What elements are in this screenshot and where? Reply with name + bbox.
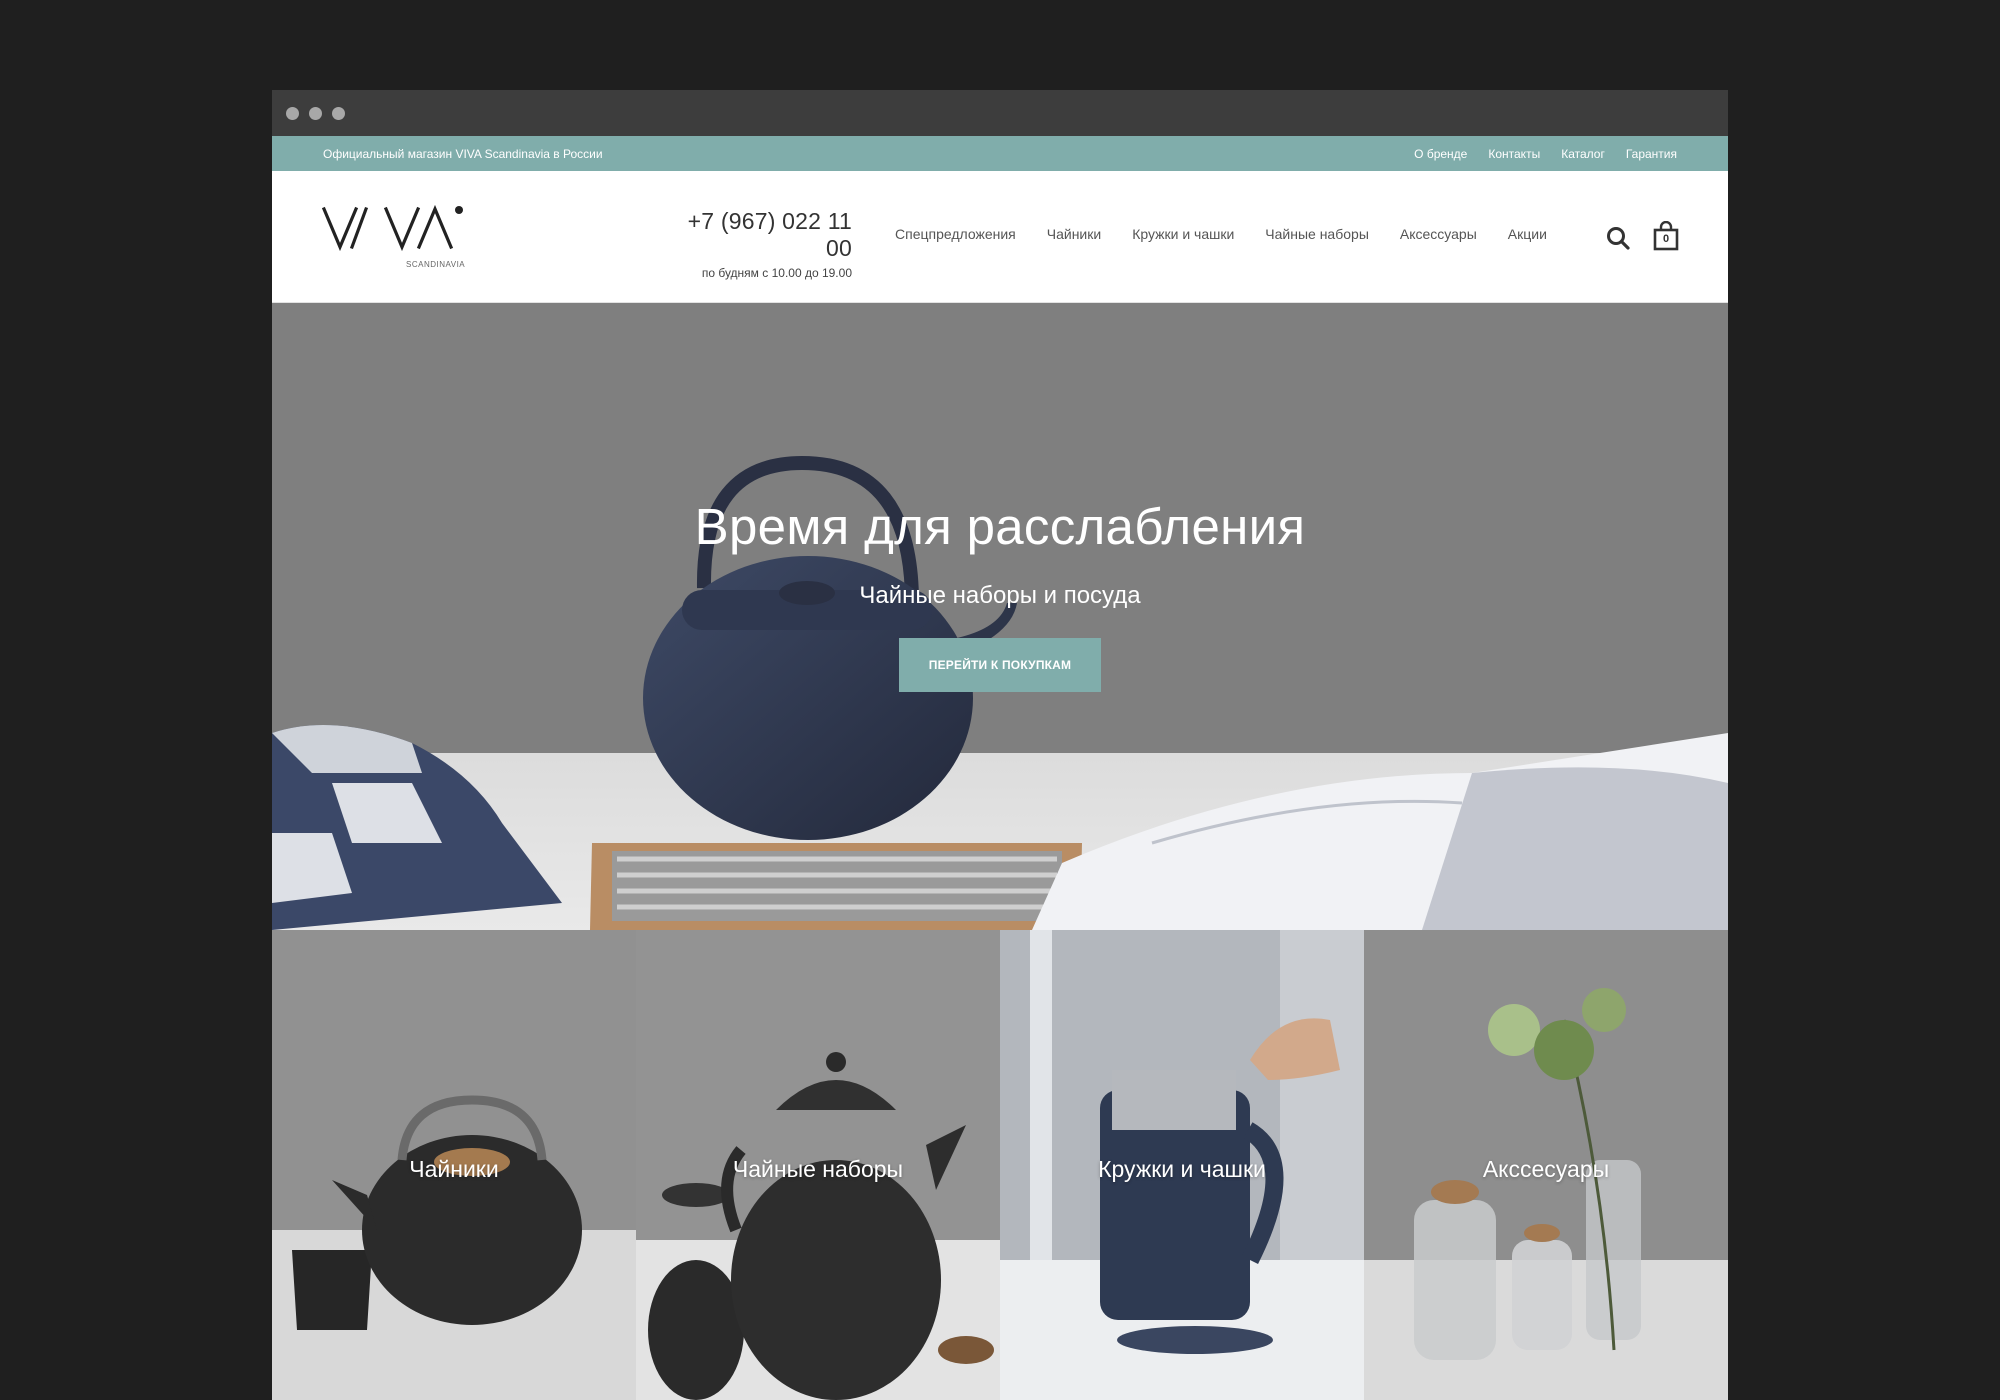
logo-subtitle: SCANDINAVIA	[406, 260, 466, 269]
category-label-mugs-cups: Кружки и чашки	[1098, 1156, 1266, 1182]
top-link-catalog[interactable]: Каталог	[1561, 147, 1605, 161]
store-tagline: Официальный магазин VIVA Scandinavia в Р…	[323, 146, 603, 161]
nav-item-special-offers[interactable]: Спецпредложения	[895, 226, 1016, 242]
category-label-teapots: Чайники	[409, 1156, 499, 1182]
window-minimize-dot[interactable]	[309, 106, 322, 120]
category-tile-accessories[interactable]: Акссесуары	[1364, 930, 1728, 1400]
search-icon[interactable]	[1605, 225, 1631, 251]
hero-subtitle: Чайные наборы и посуда	[859, 582, 1141, 609]
nav-item-promotions[interactable]: Акции	[1508, 226, 1547, 242]
cart-count: 0	[1662, 233, 1670, 245]
phone-block: +7 (967) 022 11 00 по будням с 10.00 до …	[662, 208, 852, 280]
hero-title: Время для расслабления	[694, 498, 1306, 555]
category-label-accessories: Акссесуары	[1482, 1156, 1610, 1182]
hero-content: Время для расслабления Чайные наборы и п…	[272, 497, 1728, 692]
top-links: О бренде Контакты Каталог Гарантия	[1414, 147, 1677, 161]
phone-number[interactable]: +7 (967) 022 11 00	[662, 208, 852, 262]
category-tile-teapots[interactable]: Чайники	[272, 930, 636, 1400]
site-header: SCANDINAVIA +7 (967) 022 11 00 по будням…	[272, 171, 1728, 303]
window-close-dot[interactable]	[286, 106, 299, 120]
top-link-contacts[interactable]: Контакты	[1488, 147, 1540, 161]
top-link-about[interactable]: О бренде	[1414, 147, 1467, 161]
cart-icon[interactable]: 0	[1653, 220, 1679, 251]
viva-logo-mark	[322, 204, 463, 252]
browser-chrome	[272, 90, 1728, 136]
viva-logo[interactable]: SCANDINAVIA	[322, 201, 466, 273]
category-grid: Чайники Чайные наборы Кружки и чашки Акс…	[272, 930, 1728, 1400]
nav-item-accessories[interactable]: Аксессуары	[1400, 226, 1477, 242]
top-link-warranty[interactable]: Гарантия	[1626, 147, 1677, 161]
category-tile-mugs-cups[interactable]: Кружки и чашки	[1000, 930, 1364, 1400]
top-info-bar: Официальный магазин VIVA Scandinavia в Р…	[272, 136, 1728, 171]
nav-item-teapots[interactable]: Чайники	[1047, 226, 1101, 242]
category-label-tea-sets: Чайные наборы	[732, 1156, 904, 1182]
main-nav: Спецпредложения Чайники Кружки и чашки Ч…	[895, 226, 1547, 242]
browser-window: Официальный магазин VIVA Scandinavia в Р…	[272, 90, 1728, 1400]
category-tile-tea-sets[interactable]: Чайные наборы	[636, 930, 1000, 1400]
working-hours: по будням с 10.00 до 19.00	[701, 266, 852, 280]
nav-item-mugs-cups[interactable]: Кружки и чашки	[1132, 226, 1234, 242]
hero-banner: Время для расслабления Чайные наборы и п…	[272, 303, 1728, 930]
nav-item-tea-sets[interactable]: Чайные наборы	[1265, 226, 1369, 242]
shop-now-button[interactable]: ПЕРЕЙТИ К ПОКУПКАМ	[898, 638, 1102, 692]
window-maximize-dot[interactable]	[332, 106, 345, 120]
